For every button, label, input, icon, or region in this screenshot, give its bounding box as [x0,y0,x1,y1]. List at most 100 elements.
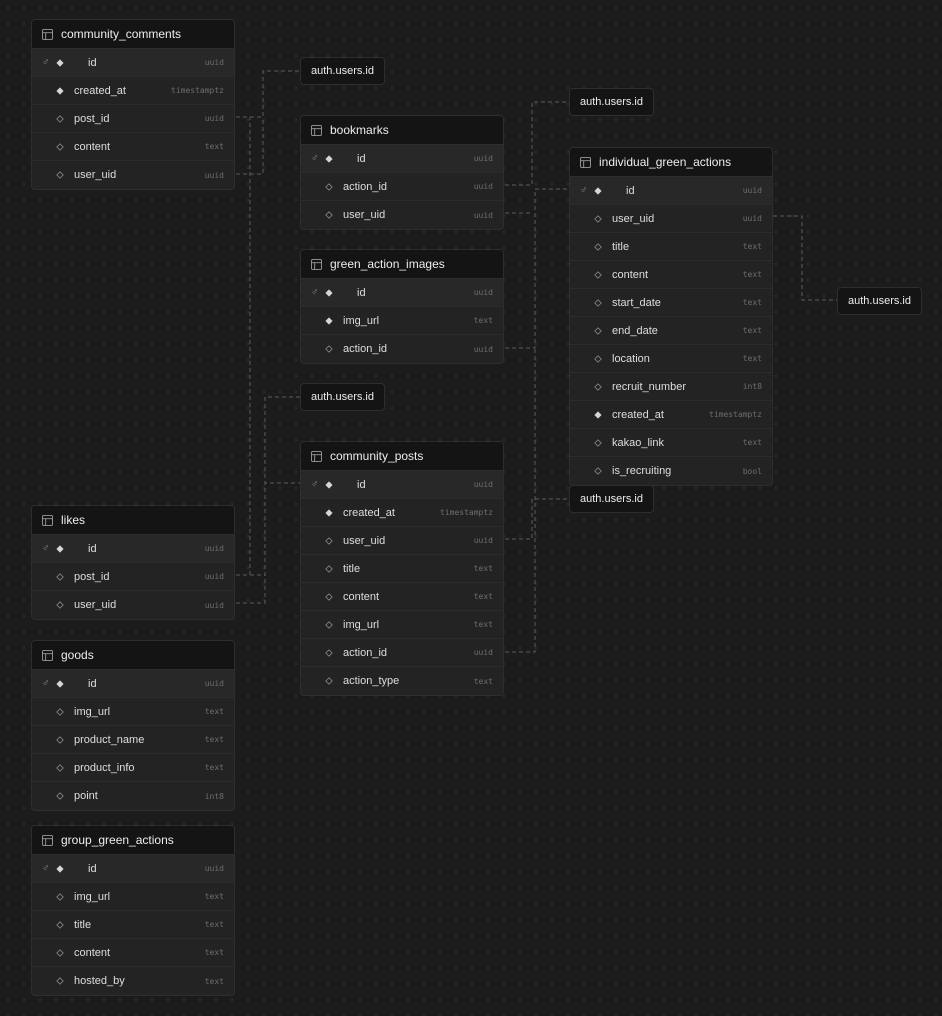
column-name: id [357,152,366,165]
hollow-diamond-icon [56,920,64,929]
column-row[interactable]: ♂ id uuid [32,855,234,883]
column-row[interactable]: ♂ id uuid [301,279,503,307]
table-header[interactable]: individual_green_actions [570,148,772,177]
column-row[interactable]: ♂ id uuid [32,535,234,563]
column-type: uuid [473,288,493,297]
column-type: uuid [204,864,224,873]
column-row[interactable]: created_at timestamptz [570,401,772,429]
column-row[interactable]: action_type text [301,667,503,695]
table-header[interactable]: goods [32,641,234,670]
table-header[interactable]: likes [32,506,234,535]
column-row[interactable]: start_date text [570,289,772,317]
hollow-diamond-icon [325,182,333,191]
column-type: uuid [204,679,224,688]
column-row[interactable]: ♂ id uuid [301,471,503,499]
hollow-diamond-icon [325,536,333,545]
column-row[interactable]: hosted_by text [32,967,234,995]
reference-node-auth-users[interactable]: auth.users.id [300,383,385,411]
reference-node-auth-users[interactable]: auth.users.id [569,485,654,513]
column-type: text [742,354,762,363]
reference-node-auth-users[interactable]: auth.users.id [837,287,922,315]
column-name: created_at [343,506,395,519]
column-row[interactable]: recruit_number int8 [570,373,772,401]
column-row[interactable]: content text [32,133,234,161]
table-header[interactable]: group_green_actions [32,826,234,855]
column-row[interactable]: ♂ id uuid [570,177,772,205]
column-row[interactable]: product_info text [32,754,234,782]
column-type: uuid [473,536,493,545]
table-header[interactable]: community_posts [301,442,503,471]
column-row[interactable]: kakao_link text [570,429,772,457]
table-group-green-actions[interactable]: group_green_actions ♂ id uuid img_url text tit… [31,825,235,996]
reference-node-auth-users[interactable]: auth.users.id [300,57,385,85]
column-name: id [357,286,366,299]
hollow-diamond-icon [56,763,64,772]
column-row[interactable]: point int8 [32,782,234,810]
column-row[interactable]: end_date text [570,317,772,345]
table-header[interactable]: community_comments [32,20,234,49]
column-row[interactable]: img_url text [301,307,503,335]
column-row[interactable]: user_uid uuid [301,527,503,555]
hollow-diamond-icon [56,601,64,609]
column-row[interactable]: title text [32,911,234,939]
column-row[interactable]: img_url text [301,611,503,639]
column-name: img_url [343,618,380,631]
column-type: uuid [204,544,224,553]
column-row[interactable]: post_id uuid [32,105,234,133]
column-row[interactable]: post_id uuid [32,563,234,591]
column-row[interactable]: action_id uuid [301,173,503,201]
column-name: kakao_link [612,436,664,449]
column-name: product_name [74,733,145,746]
column-row[interactable]: content text [301,583,503,611]
column-row[interactable]: user_uid uuid [32,591,234,619]
hollow-diamond-icon [325,345,333,353]
column-row[interactable]: is_recruiting bool [570,457,772,485]
filled-diamond-icon [56,544,64,553]
table-goods[interactable]: goods ♂ id uuid img_url text product_name text p… [31,640,235,811]
table-green-action-images[interactable]: green_action_images ♂ id uuid img_url text act… [300,249,504,364]
filled-diamond-icon [325,508,333,517]
column-row[interactable]: ♂ id uuid [32,670,234,698]
hollow-diamond-icon [56,977,64,985]
column-name: created_at [612,408,664,421]
hollow-diamond-icon [56,171,64,179]
table-bookmarks[interactable]: bookmarks ♂ id uuid action_id uuid user_uid uui… [300,115,504,230]
column-row[interactable]: user_uid uuid [301,201,503,229]
table-community-comments[interactable]: community_comments ♂ id uuid created_at times… [31,19,235,190]
column-row[interactable]: title text [301,555,503,583]
column-row[interactable]: created_at timestamptz [32,77,234,105]
table-name: group_green_actions [61,833,174,847]
column-type: text [742,270,762,279]
column-row[interactable]: user_uid uuid [570,205,772,233]
column-name: content [74,140,111,153]
column-row[interactable]: title text [570,233,772,261]
table-community-posts[interactable]: community_posts ♂ id uuid created_at timestam… [300,441,504,696]
filled-diamond-icon [325,154,333,163]
column-row[interactable]: img_url text [32,698,234,726]
column-row[interactable]: content text [570,261,772,289]
key-icon: ♂ [311,153,319,164]
column-row[interactable]: action_id uuid [301,335,503,363]
column-type: text [204,735,224,744]
column-row[interactable]: created_at timestamptz [301,499,503,527]
column-row[interactable]: img_url text [32,883,234,911]
reference-node-auth-users[interactable]: auth.users.id [569,88,654,116]
table-individual-green-actions[interactable]: individual_green_actions ♂ id uuid user_uid u… [569,147,773,486]
column-name: user_uid [343,209,386,221]
column-name: action_type [343,675,400,687]
table-header[interactable]: bookmarks [301,116,503,145]
column-name: point [74,790,98,802]
column-type: text [204,948,224,957]
relationship-line [505,101,569,186]
column-row[interactable]: content text [32,939,234,967]
column-row[interactable]: user_uid uuid [32,161,234,189]
column-row[interactable]: ♂ id uuid [301,145,503,173]
table-header[interactable]: green_action_images [301,250,503,279]
column-row[interactable]: location text [570,345,772,373]
column-row[interactable]: action_id uuid [301,639,503,667]
column-row[interactable]: ♂ id uuid [32,49,234,77]
column-type: uuid [742,214,762,223]
table-likes[interactable]: likes ♂ id uuid post_id uuid user_uid uuid [31,505,235,620]
column-type: uuid [742,186,762,195]
column-row[interactable]: product_name text [32,726,234,754]
